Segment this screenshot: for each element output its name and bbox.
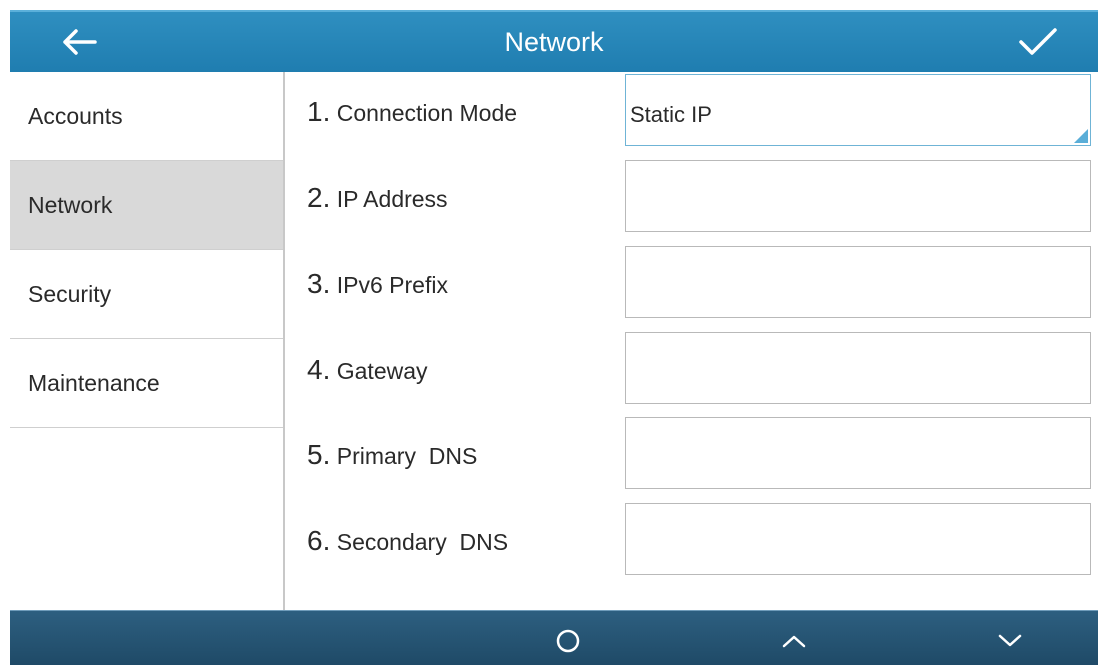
form-row-ip-address: 2. IP Address [287,160,1098,234]
connection-mode-value: Static IP [630,102,712,127]
secondary-dns-input[interactable] [625,503,1091,575]
network-settings-form: 1. Connection Mode Static IP 2. IP Addre… [287,72,1098,610]
row-number: 2. [307,182,331,213]
circle-icon [556,629,580,653]
softkey-circle-button[interactable] [528,619,608,663]
confirm-button[interactable] [1008,20,1068,64]
ip-address-label: 2. IP Address [307,182,448,214]
row-number: 3. [307,268,331,299]
form-row-ipv6-prefix: 3. IPv6 Prefix [287,246,1098,320]
connection-mode-select[interactable]: Static IP [625,74,1091,146]
title-bar: Network [10,10,1098,72]
row-label-text: Primary DNS [336,443,478,469]
row-label-text: IPv6 Prefix [336,272,448,298]
gateway-label: 4. Gateway [307,354,428,386]
ipv6-prefix-input[interactable] [625,246,1091,318]
sidebar: Accounts Network Security Maintenance [10,72,285,610]
softkey-down-button[interactable] [970,619,1050,663]
form-row-gateway: 4. Gateway [287,332,1098,406]
softkey-bar [10,610,1098,665]
form-row-secondary-dns: 6. Secondary DNS [287,503,1098,577]
softkey-up-button[interactable] [754,619,834,663]
page-title: Network [504,27,604,57]
sidebar-item-label: Maintenance [28,369,160,396]
ipv6-prefix-label: 3. IPv6 Prefix [307,268,448,300]
primary-dns-input[interactable] [625,417,1091,489]
sidebar-item-security[interactable]: Security [10,250,283,339]
sidebar-item-accounts[interactable]: Accounts [10,72,283,161]
sidebar-item-label: Security [28,280,112,307]
row-label-text: Secondary DNS [336,529,509,555]
dropdown-indicator-icon [1074,129,1088,143]
secondary-dns-label: 6. Secondary DNS [307,525,508,557]
row-number: 6. [307,525,331,556]
sidebar-item-label: Accounts [28,102,123,129]
chevron-down-icon [998,634,1022,647]
row-number: 4. [307,354,331,385]
form-row-connection-mode: 1. Connection Mode Static IP [287,74,1098,148]
row-number: 5. [307,439,331,470]
chevron-up-icon [782,635,806,648]
row-number: 1. [307,96,331,127]
sidebar-item-network[interactable]: Network [10,161,283,250]
form-row-primary-dns: 5. Primary DNS [287,417,1098,491]
row-label-text: Connection Mode [336,100,518,126]
gateway-input[interactable] [625,332,1091,404]
row-label-text: IP Address [336,186,448,212]
sidebar-item-maintenance[interactable]: Maintenance [10,339,283,428]
primary-dns-label: 5. Primary DNS [307,439,477,471]
checkmark-icon [1019,28,1057,55]
sidebar-item-label: Network [28,191,113,218]
connection-mode-label: 1. Connection Mode [307,96,517,128]
ip-address-input[interactable] [625,160,1091,232]
row-label-text: Gateway [336,358,428,384]
